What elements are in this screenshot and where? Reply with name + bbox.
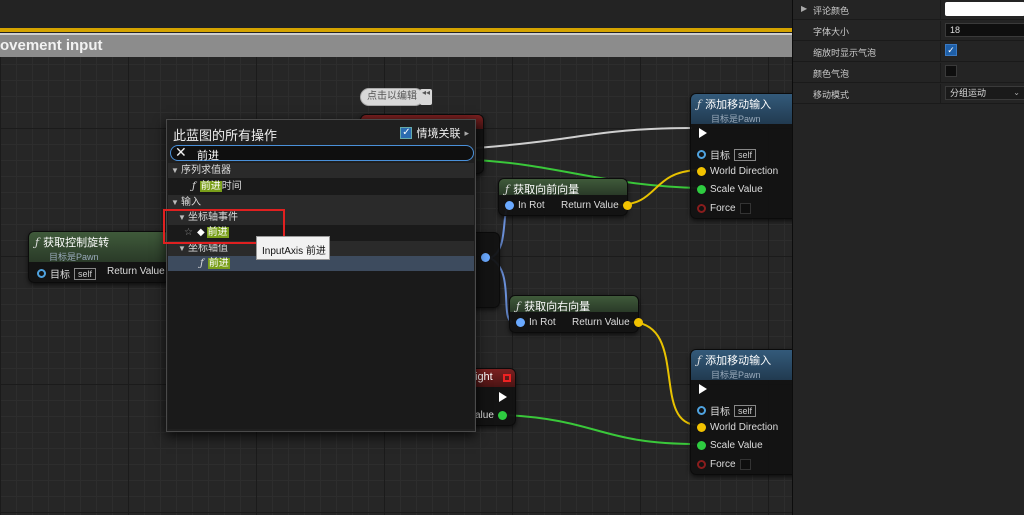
collapse-arrow-icon: ▼ [171, 198, 179, 207]
node-add-movement-input-1[interactable]: ƒ 添加移动输入 目标是Pawn 目标 self World Direction S… [690, 93, 792, 219]
show-bubble-checkbox[interactable]: ✓ [945, 44, 957, 56]
force-pin[interactable]: Force [697, 203, 751, 214]
world-direction-pin[interactable]: World Direction [697, 422, 778, 433]
collapse-arrow-icon: ▼ [171, 166, 179, 175]
color-swatch[interactable] [945, 2, 1024, 16]
close-icon[interactable]: ✕ [175, 144, 187, 161]
details-panel[interactable]: ▶ 评论颜色 字体大小 18 缩放时显示气泡 ✓ 颜色气泡 移动模式 分组运动 … [792, 0, 1024, 515]
force-pin[interactable]: Force [697, 459, 751, 470]
node-subtitle: 目标是Pawn [711, 370, 761, 380]
output-pin[interactable] [481, 253, 490, 262]
in-rot-pin[interactable]: In Rot [505, 200, 545, 211]
category-input[interactable]: ▼ 输入 [168, 195, 474, 210]
target-pin[interactable]: 目标 self [697, 147, 757, 162]
output-delegate-icon [503, 374, 511, 382]
node-title: ight [475, 371, 493, 383]
property-move-mode: 移动模式 分组运动 ⌄ [793, 84, 1024, 104]
action-menu-title: 此蓝图的所有操作 [173, 128, 278, 143]
node-title: 添加移动输入 [705, 99, 772, 111]
comment-bubble[interactable]: 点击以编辑 [360, 88, 424, 106]
node-subtitle: 目标是Pawn [49, 252, 99, 262]
action-menu[interactable]: 此蓝图的所有操作 ✓ 情境关联 ▸ ✕ 前进 ▼ 序列求值器 ƒ 前进时间 ▼ 输入 … [166, 119, 476, 432]
function-icon: ƒ [35, 236, 40, 249]
function-icon: ƒ [192, 181, 196, 192]
action-item-forward-time[interactable]: ƒ 前进时间 [168, 179, 474, 194]
node-subtitle: 目标是Pawn [711, 114, 761, 124]
target-pin[interactable]: 目标 self [697, 403, 757, 418]
target-pin[interactable]: 目标 self [37, 266, 97, 281]
expand-arrow-icon: ▶ [801, 4, 808, 13]
exec-pin[interactable] [499, 392, 507, 402]
node-title: 获取向右向量 [524, 301, 591, 313]
blueprint-graph[interactable]: ovement input ƒ 获取控制旋转 目标是Pawn 目标 self Ret… [0, 0, 792, 515]
bubble-pin-icon[interactable]: ◂◂ [420, 89, 432, 105]
node-get-control-rotation[interactable]: ƒ 获取控制旋转 目标是Pawn 目标 self Return Value [28, 231, 178, 283]
axis-value-pin[interactable]: alue [475, 410, 507, 421]
move-mode-dropdown[interactable]: 分组运动 ⌄ [945, 86, 1024, 100]
exec-pin[interactable] [699, 384, 707, 394]
property-show-bubble-zoomed: 缩放时显示气泡 ✓ [793, 42, 1024, 62]
property-comment-color: ▶ 评论颜色 [793, 0, 1024, 20]
node-header: ƒ 获取控制旋转 目标是Pawn [29, 232, 169, 262]
property-font-size: 字体大小 18 [793, 21, 1024, 41]
context-sensitive-toggle[interactable]: ✓ 情境关联 ▸ [400, 125, 469, 141]
force-checkbox[interactable] [739, 203, 751, 214]
node-title: 添加移动输入 [705, 355, 772, 367]
world-direction-pin[interactable]: World Direction [697, 166, 778, 177]
node-add-movement-input-2[interactable]: ƒ 添加移动输入 目标是Pawn 目标 self World Direction S… [690, 349, 792, 475]
force-checkbox[interactable] [739, 459, 751, 470]
return-value-pin[interactable]: Return Value [572, 317, 643, 328]
node-title: 获取向前向量 [513, 184, 580, 196]
chevron-down-icon: ⌄ [1013, 88, 1020, 97]
category-sequence-evaluator[interactable]: ▼ 序列求值器 [168, 163, 474, 178]
node-get-forward-vector[interactable]: ƒ 获取向前向量 In Rot Return Value [498, 178, 632, 216]
property-color-bubble: 颜色气泡 [793, 63, 1024, 83]
in-rot-pin[interactable]: In Rot [516, 317, 556, 328]
color-bubble-checkbox[interactable] [945, 65, 957, 77]
function-icon: ƒ [200, 258, 204, 269]
scale-value-pin[interactable]: Scale Value [697, 184, 763, 195]
exec-pin[interactable] [699, 128, 707, 138]
chevron-right-icon: ▸ [464, 127, 469, 138]
font-size-input[interactable]: 18 [945, 23, 1024, 37]
tooltip: InputAxis 前进 [256, 236, 330, 260]
node-get-right-vector[interactable]: ƒ 获取向右向量 In Rot Return Value [509, 295, 643, 333]
scale-value-pin[interactable]: Scale Value [697, 440, 763, 451]
node-title: 获取控制旋转 [43, 237, 110, 249]
return-value-pin[interactable]: Return Value [561, 200, 632, 211]
action-list[interactable]: ▼ 序列求值器 ƒ 前进时间 ▼ 输入 ▼ 坐标轴事件 ☆ ◆ 前进 ▼ 坐标轴值 ƒ 前进 [168, 163, 474, 429]
search-input[interactable]: ✕ 前进 [170, 144, 474, 162]
check-icon: ✓ [400, 127, 413, 139]
